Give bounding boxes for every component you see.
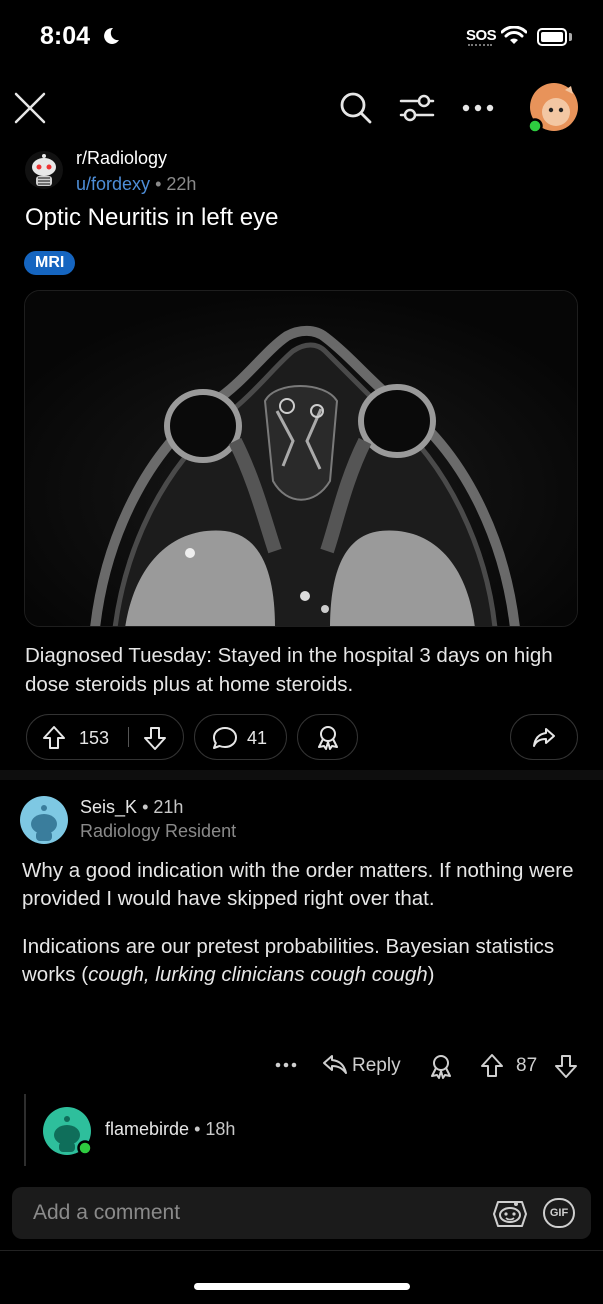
snoo-emoji-icon[interactable] bbox=[490, 1194, 530, 1232]
post-author[interactable]: u/fordexy bbox=[76, 174, 150, 194]
downvote-icon[interactable] bbox=[143, 725, 167, 751]
reply-separator: • bbox=[194, 1119, 201, 1139]
reply-button[interactable]: Reply bbox=[352, 1055, 401, 1077]
comment-p2-end: ) bbox=[427, 963, 435, 986]
search-icon bbox=[340, 92, 372, 124]
post-title: Optic Neuritis in left eye bbox=[25, 204, 279, 231]
comment-composer[interactable]: Add a comment GIF bbox=[12, 1187, 591, 1239]
reply-avatar[interactable] bbox=[42, 1106, 92, 1156]
post-body: Diagnosed Tuesday: Stayed in the hospita… bbox=[25, 644, 553, 696]
battery-tip bbox=[569, 33, 572, 41]
comment-actions: Reply 87 bbox=[270, 1048, 585, 1082]
comment-separator: • bbox=[142, 797, 149, 817]
post-age: 22h bbox=[166, 174, 197, 194]
post-score: 153 bbox=[79, 728, 110, 748]
thread-line[interactable] bbox=[24, 1094, 26, 1166]
vote-separator bbox=[128, 727, 129, 747]
user-avatar[interactable] bbox=[525, 80, 581, 136]
comment-user-flair: Radiology Resident bbox=[80, 821, 237, 841]
avatar bbox=[527, 83, 578, 134]
signal-dots bbox=[468, 44, 492, 47]
comment-paragraph-1: Why a good indication with the order mat… bbox=[22, 859, 574, 910]
subreddit-name[interactable]: r/Radiology bbox=[76, 148, 167, 169]
comments-button[interactable]: 41 bbox=[194, 714, 287, 760]
moon-icon bbox=[104, 27, 119, 44]
reply-age: 18h bbox=[205, 1119, 236, 1139]
filter-icon bbox=[399, 94, 435, 122]
byline-separator: • bbox=[155, 174, 162, 194]
gif-button[interactable]: GIF bbox=[543, 1198, 575, 1228]
bottom-divider bbox=[0, 1250, 603, 1251]
comment-upvote-icon[interactable] bbox=[480, 1053, 504, 1079]
post-image[interactable] bbox=[24, 290, 578, 627]
status-bar: 8:04 SOS bbox=[0, 0, 603, 70]
mri-scan-image bbox=[25, 291, 577, 626]
reply-meta: flamebirde • 18h bbox=[105, 1119, 235, 1140]
comment-paragraph-2: Indications are our pretest probabilitie… bbox=[22, 933, 582, 989]
award-icon bbox=[317, 726, 338, 750]
comment-author[interactable]: Seis_K bbox=[80, 797, 137, 817]
comment-p2-italic: cough, lurking clinicians cough cough bbox=[88, 963, 428, 986]
post-flair[interactable]: MRI bbox=[24, 251, 76, 275]
more-options-button[interactable] bbox=[456, 86, 500, 130]
award-button[interactable] bbox=[297, 714, 358, 760]
section-divider bbox=[0, 770, 603, 780]
upvote-icon[interactable] bbox=[42, 725, 66, 751]
comment-more-icon[interactable] bbox=[275, 1054, 297, 1074]
comment-meta: Seis_K • 21h bbox=[80, 797, 183, 818]
subreddit-icon bbox=[25, 151, 63, 189]
post-vote-pill: 153 bbox=[26, 714, 184, 760]
battery-icon bbox=[537, 28, 567, 46]
close-icon bbox=[14, 92, 46, 124]
comment-award-icon[interactable] bbox=[428, 1053, 454, 1079]
reply-author[interactable]: flamebirde bbox=[105, 1119, 189, 1139]
more-icon bbox=[462, 104, 494, 112]
commenter-avatar[interactable] bbox=[19, 795, 69, 845]
share-icon bbox=[533, 728, 555, 747]
sos-indicator: SOS bbox=[466, 27, 497, 44]
search-button[interactable] bbox=[334, 86, 378, 130]
wifi-icon bbox=[501, 26, 527, 44]
comment-score: 87 bbox=[516, 1055, 538, 1076]
sort-filter-button[interactable] bbox=[394, 86, 440, 130]
close-button[interactable] bbox=[8, 86, 52, 130]
home-indicator[interactable] bbox=[194, 1283, 410, 1290]
status-time: 8:04 bbox=[40, 22, 91, 50]
comment-age: 21h bbox=[153, 797, 184, 817]
comment-input-placeholder[interactable]: Add a comment bbox=[33, 1201, 180, 1225]
share-button[interactable] bbox=[510, 714, 578, 760]
comment-bubble-icon bbox=[213, 727, 237, 749]
comment-downvote-icon[interactable] bbox=[554, 1053, 578, 1079]
comment-count: 41 bbox=[247, 728, 268, 748]
post-byline: u/fordexy • 22h bbox=[76, 174, 196, 195]
comment-body: Why a good indication with the order mat… bbox=[22, 857, 582, 989]
reply-icon[interactable] bbox=[322, 1053, 348, 1077]
